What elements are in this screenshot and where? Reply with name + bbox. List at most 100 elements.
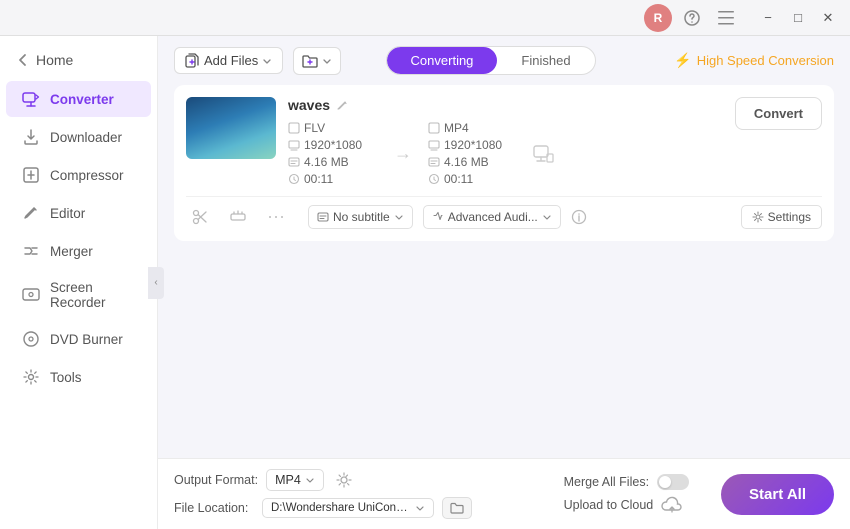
sidebar-item-editor[interactable]: Editor [6, 195, 151, 231]
tab-finished[interactable]: Finished [497, 47, 594, 74]
cut-icon[interactable] [186, 207, 214, 227]
bottom-left: Output Format: MP4 [174, 469, 548, 519]
browse-folder-button[interactable] [442, 497, 472, 519]
file-location-value: D:\Wondershare UniConverter 1 [271, 502, 411, 514]
sidebar-item-label: Editor [50, 206, 85, 221]
output-format-select[interactable]: MP4 [266, 469, 324, 491]
settings-button[interactable]: Settings [741, 205, 822, 229]
location-chevron-icon [415, 503, 425, 513]
sidebar-item-label: Tools [50, 370, 82, 385]
sidebar-item-label: Compressor [50, 168, 124, 183]
settings-label: Settings [768, 210, 811, 224]
audio-chevron-icon [542, 212, 552, 222]
output-format-label: Output Format: [174, 473, 258, 487]
tab-converting[interactable]: Converting [387, 47, 498, 74]
dvd-burner-icon [22, 330, 40, 348]
convert-button[interactable]: Convert [735, 97, 822, 130]
subtitle-chevron-icon [394, 212, 404, 222]
file-card-top: waves [186, 97, 822, 186]
file-location-label: File Location: [174, 501, 254, 515]
target-duration: 00:11 [444, 172, 473, 186]
sidebar-item-label: Merger [50, 244, 93, 259]
target-resolution: 1920*1080 [444, 138, 502, 152]
toggle-thumb [659, 476, 671, 488]
source-duration: 00:11 [304, 172, 333, 186]
high-speed-conversion[interactable]: ⚡ High Speed Conversion [674, 52, 834, 69]
merger-icon [22, 242, 40, 260]
sidebar: Home Converter Downloader [0, 36, 158, 529]
main-content: Add Files Converting Finished [158, 36, 850, 529]
source-size: 4.16 MB [304, 155, 349, 169]
convert-arrow-icon: → [386, 143, 420, 164]
subtitle-label: No subtitle [333, 210, 390, 224]
sidebar-collapse-button[interactable]: ‹ [148, 267, 164, 299]
merge-files-label: Merge All Files: [564, 475, 649, 489]
sidebar-item-merger[interactable]: Merger [6, 233, 151, 269]
add-folder-button[interactable] [293, 47, 341, 75]
sidebar-item-converter[interactable]: Converter [6, 81, 151, 117]
target-size-icon [428, 156, 440, 168]
sidebar-item-downloader[interactable]: Downloader [6, 119, 151, 155]
target-size: 4.16 MB [444, 155, 489, 169]
bottom-bar: Output Format: MP4 [158, 458, 850, 529]
format-settings-icon[interactable] [336, 472, 352, 488]
target-resolution-icon [428, 139, 440, 151]
sidebar-item-label: Screen Recorder [50, 280, 135, 310]
file-list: waves [158, 85, 850, 458]
source-format: FLV [304, 121, 325, 135]
file-card-actions: No subtitle Advanced Audi... [186, 196, 822, 229]
target-duration-row: 00:11 [428, 172, 518, 186]
subtitle-select[interactable]: No subtitle [308, 205, 413, 229]
more-icon[interactable] [262, 207, 290, 227]
upload-cloud-icon[interactable] [661, 496, 683, 514]
output-format-value: MP4 [275, 473, 301, 487]
audio-select[interactable]: Advanced Audi... [423, 205, 561, 229]
audio-label: Advanced Audi... [448, 210, 538, 224]
support-button[interactable] [678, 4, 706, 32]
user-avatar[interactable]: R [644, 4, 672, 32]
sidebar-item-tools[interactable]: Tools [6, 359, 151, 395]
back-home[interactable]: Home [0, 44, 157, 80]
sidebar-item-compressor[interactable]: Compressor [6, 157, 151, 193]
subtitle-icon [317, 211, 329, 223]
maximize-button[interactable]: □ [784, 4, 812, 32]
sidebar-item-label: Converter [50, 92, 114, 107]
sidebar-item-screen-recorder[interactable]: Screen Recorder [6, 271, 151, 319]
duration-icon [288, 173, 300, 185]
info-icon[interactable] [571, 209, 587, 225]
minimize-button[interactable]: − [754, 4, 782, 32]
file-name-row: waves [288, 97, 723, 113]
screen-recorder-icon [22, 286, 40, 304]
file-location-row: File Location: D:\Wondershare UniConvert… [174, 497, 548, 519]
edit-filename-icon[interactable] [336, 99, 349, 112]
trim-icon[interactable] [224, 207, 252, 227]
sidebar-item-label: Downloader [50, 130, 122, 145]
target-format-icon [428, 122, 440, 134]
app-body: Home Converter Downloader [0, 36, 850, 529]
target-resolution-row: 1920*1080 [428, 138, 518, 152]
sidebar-item-dvd-burner[interactable]: DVD Burner [6, 321, 151, 357]
add-files-button[interactable]: Add Files [174, 47, 283, 74]
tab-switcher: Converting Finished [386, 46, 596, 75]
sidebar-item-label: DVD Burner [50, 332, 123, 347]
source-size-row: 4.16 MB [288, 155, 378, 169]
audio-icon [432, 211, 444, 223]
settings-gear-icon [752, 211, 764, 223]
resolution-icon [288, 139, 300, 151]
add-files-label: Add Files [204, 53, 258, 68]
file-card: waves [174, 85, 834, 241]
merge-files-toggle[interactable] [657, 474, 689, 490]
start-all-button[interactable]: Start All [721, 474, 834, 515]
compressor-icon [22, 166, 40, 184]
close-button[interactable]: ✕ [814, 4, 842, 32]
merge-all-files-row: Merge All Files: [564, 474, 689, 490]
target-meta: MP4 1920*1080 [428, 121, 518, 186]
window-controls: − □ ✕ [754, 4, 842, 32]
bottom-right: Merge All Files: Upload to Cloud [564, 474, 689, 514]
source-resolution-row: 1920*1080 [288, 138, 378, 152]
file-location-select[interactable]: D:\Wondershare UniConverter 1 [262, 498, 434, 518]
menu-button[interactable] [712, 4, 740, 32]
target-duration-icon [428, 173, 440, 185]
tools-icon [22, 368, 40, 386]
file-thumbnail [186, 97, 276, 159]
